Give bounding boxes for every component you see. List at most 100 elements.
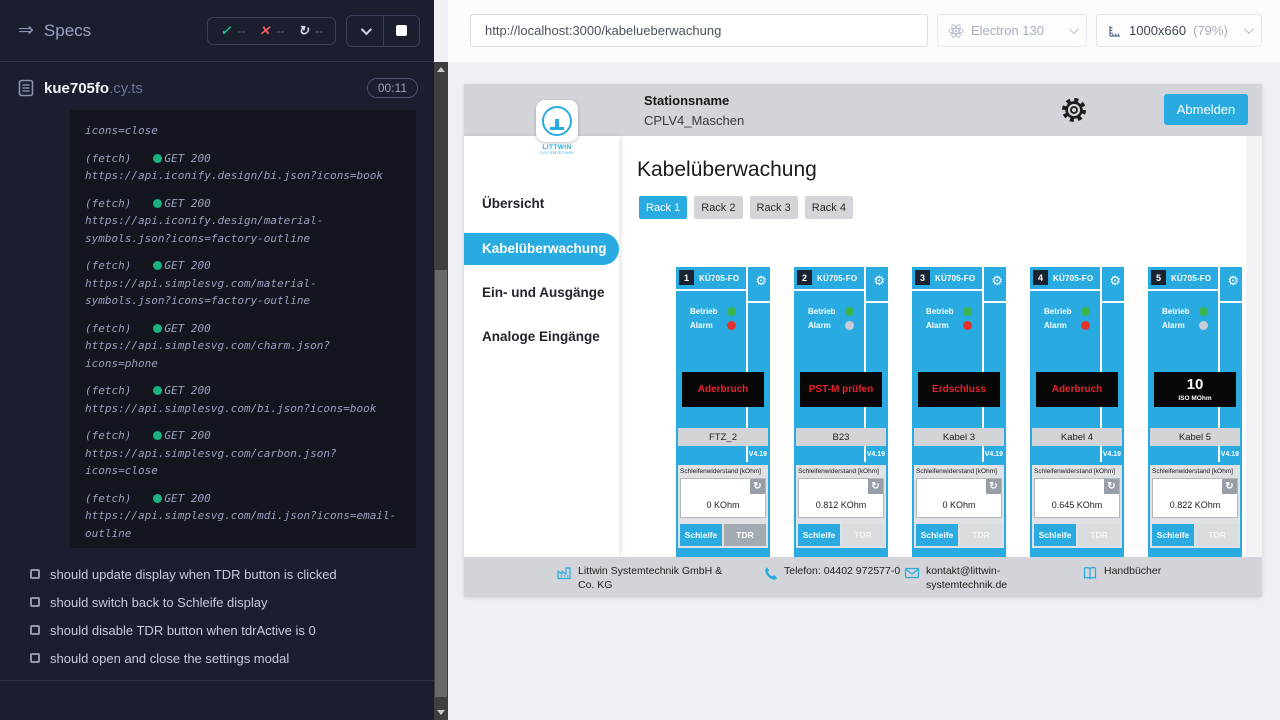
app-footer: Littwin Systemtechnik GmbH & Co. KG Tele… (464, 557, 1262, 597)
schleife-button[interactable]: Schleife (916, 524, 958, 546)
betrieb-led (1199, 307, 1208, 316)
device-card-3: 3 KÜ705-FO ⚙ Betrieb Alarm Erdschluss Ka… (912, 267, 1006, 557)
device-model: KÜ705-FO (935, 274, 975, 283)
viewport-size-select[interactable]: 1000x660 (79%) (1096, 14, 1262, 47)
nav-kabelueberwachung[interactable]: Kabelüberwachung (464, 233, 619, 265)
test-stats[interactable]: ✓-- ✕-- ↻-- (207, 17, 336, 45)
stop-icon (396, 25, 407, 36)
runner-scrollbar[interactable] (434, 62, 448, 720)
tab-rack-3[interactable]: Rack 3 (750, 196, 798, 219)
footer-handbooks[interactable]: Handbücher (1082, 564, 1161, 581)
test-pending-icon (30, 653, 40, 663)
schleife-button[interactable]: Schleife (680, 524, 722, 546)
nav-uebersicht[interactable]: Übersicht (464, 196, 544, 211)
log-entry: icons=close (85, 122, 401, 140)
littwin-logo: LITTWIN SYSTEMTECHNIK (535, 100, 579, 155)
refresh-icon[interactable]: ↻ (750, 479, 765, 494)
book-icon (1082, 565, 1098, 581)
viewport-size: 1000x660 (1129, 23, 1186, 38)
cable-name: FTZ_2 (678, 428, 768, 446)
tab-rack-4[interactable]: Rack 4 (805, 196, 853, 219)
device-card-4: 4 KÜ705-FO ⚙ Betrieb Alarm Aderbruch Kab… (1030, 267, 1124, 557)
browser-select[interactable]: Electron 130 (937, 14, 1087, 47)
browser-bar: Electron 130 1000x660 (79%) (448, 0, 1280, 62)
status-display: Erdschluss (918, 372, 1000, 407)
scroll-down-icon[interactable] (437, 710, 445, 715)
alarm-led (1081, 321, 1090, 330)
tdr-button[interactable]: TDR (724, 524, 766, 546)
ruler-icon (1107, 23, 1122, 38)
page-title: Kabelüberwachung (637, 158, 817, 182)
footer-phone: Telefon: 04402 972577-0 (762, 564, 902, 581)
refresh-icon[interactable]: ↻ (986, 479, 1001, 494)
test-item[interactable]: should open and close the settings modal (30, 644, 434, 672)
test-item[interactable]: should disable TDR button when tdrActive… (30, 616, 434, 644)
measurement-panel: Schleifenwiderstand [kOhm] ↻ 0.812 KOhm … (796, 465, 886, 557)
schleife-button[interactable]: Schleife (1034, 524, 1076, 546)
card-settings-icon[interactable]: ⚙ (755, 274, 767, 287)
refresh-icon[interactable]: ↻ (868, 479, 883, 494)
measurement-box: ↻ 0.812 KOhm (798, 478, 884, 518)
tdr-button[interactable]: TDR (842, 524, 884, 546)
test-item[interactable]: should switch back to Schleife display (30, 588, 434, 616)
settings-gear-icon[interactable] (1060, 96, 1088, 124)
electron-icon (948, 23, 964, 39)
nav-analoge-eingaenge[interactable]: Analoge Eingänge (464, 329, 600, 344)
tab-rack-1[interactable]: Rack 1 (639, 196, 687, 219)
test-item[interactable]: should update display when TDR button is… (30, 560, 434, 588)
tdr-button[interactable]: TDR (1196, 524, 1238, 546)
app-scrollbar[interactable] (1246, 136, 1262, 557)
schleife-button[interactable]: Schleife (1152, 524, 1194, 546)
specs-menu-icon[interactable]: ⇒ (18, 21, 34, 40)
measurement-value: 0 KOhm (681, 500, 765, 510)
logout-button[interactable]: Abmelden (1164, 94, 1248, 125)
schleife-button[interactable]: Schleife (798, 524, 840, 546)
alarm-led (1199, 321, 1208, 330)
chevron-down-icon (1069, 24, 1079, 34)
footer-email[interactable]: kontakt@littwin-systemtechnik.de (904, 564, 1022, 592)
measurement-panel: Schleifenwiderstand [kOhm] ↻ 0 KOhm Schl… (678, 465, 768, 557)
rack-tabs: Rack 1 Rack 2 Rack 3 Rack 4 (639, 196, 853, 219)
device-card-1: 1 KÜ705-FO ⚙ Betrieb Alarm Aderbruch FTZ… (676, 267, 770, 557)
scrollbar-thumb[interactable] (435, 270, 447, 697)
status-ok-dot (153, 324, 162, 333)
collapse-button[interactable] (347, 16, 383, 46)
status-ok-dot (153, 431, 162, 440)
measurement-value: 0.812 KOhm (799, 500, 883, 510)
pending-icon: ↻ (298, 24, 309, 37)
device-model: KÜ705-FO (699, 274, 739, 283)
status-ok-dot (153, 386, 162, 395)
firmware-version: V4.19 (1103, 451, 1121, 458)
card-settings-icon[interactable]: ⚙ (1109, 274, 1121, 287)
tdr-button[interactable]: TDR (960, 524, 1002, 546)
device-cards: 1 KÜ705-FO ⚙ Betrieb Alarm Aderbruch FTZ… (676, 267, 1242, 557)
card-settings-icon[interactable]: ⚙ (991, 274, 1003, 287)
refresh-icon[interactable]: ↻ (1222, 479, 1237, 494)
tdr-button[interactable]: TDR (1078, 524, 1120, 546)
cable-name: Kabel 3 (914, 428, 1004, 446)
tab-rack-2[interactable]: Rack 2 (694, 196, 742, 219)
status-ok-dot (153, 199, 162, 208)
stop-button[interactable] (383, 16, 419, 46)
card-settings-icon[interactable]: ⚙ (873, 274, 885, 287)
status-display: Aderbruch (682, 372, 764, 407)
betrieb-led (1081, 307, 1090, 316)
card-settings-icon[interactable]: ⚙ (1227, 274, 1239, 287)
refresh-icon[interactable]: ↻ (1104, 479, 1119, 494)
status-ok-dot (153, 494, 162, 503)
spec-name: kue705fo (44, 80, 109, 97)
firmware-version: V4.19 (985, 451, 1003, 458)
cypress-runner-panel: ⇒ Specs ✓-- ✕-- ↻-- kue705fo.cy.ts 00:11… (0, 0, 434, 720)
nav-ein-und-ausgaenge[interactable]: Ein- und Ausgänge (464, 285, 605, 300)
measurement-box: ↻ 0.822 KOhm (1152, 478, 1238, 518)
chevron-down-icon (361, 23, 372, 34)
log-entry: (fetch)GET 200 https://api.simplesvg.com… (85, 257, 401, 310)
chevron-down-icon (1244, 24, 1254, 34)
station-name: CPLV4_Maschen (644, 113, 744, 128)
spec-file-row[interactable]: kue705fo.cy.ts 00:11 (0, 62, 434, 110)
test-list: should update display when TDR button is… (0, 548, 434, 672)
app-header: LITTWIN SYSTEMTECHNIK Stationsname CPLV4… (464, 84, 1262, 136)
cable-name: Kabel 4 (1032, 428, 1122, 446)
scroll-up-icon[interactable] (437, 67, 445, 72)
address-bar[interactable] (470, 14, 928, 47)
